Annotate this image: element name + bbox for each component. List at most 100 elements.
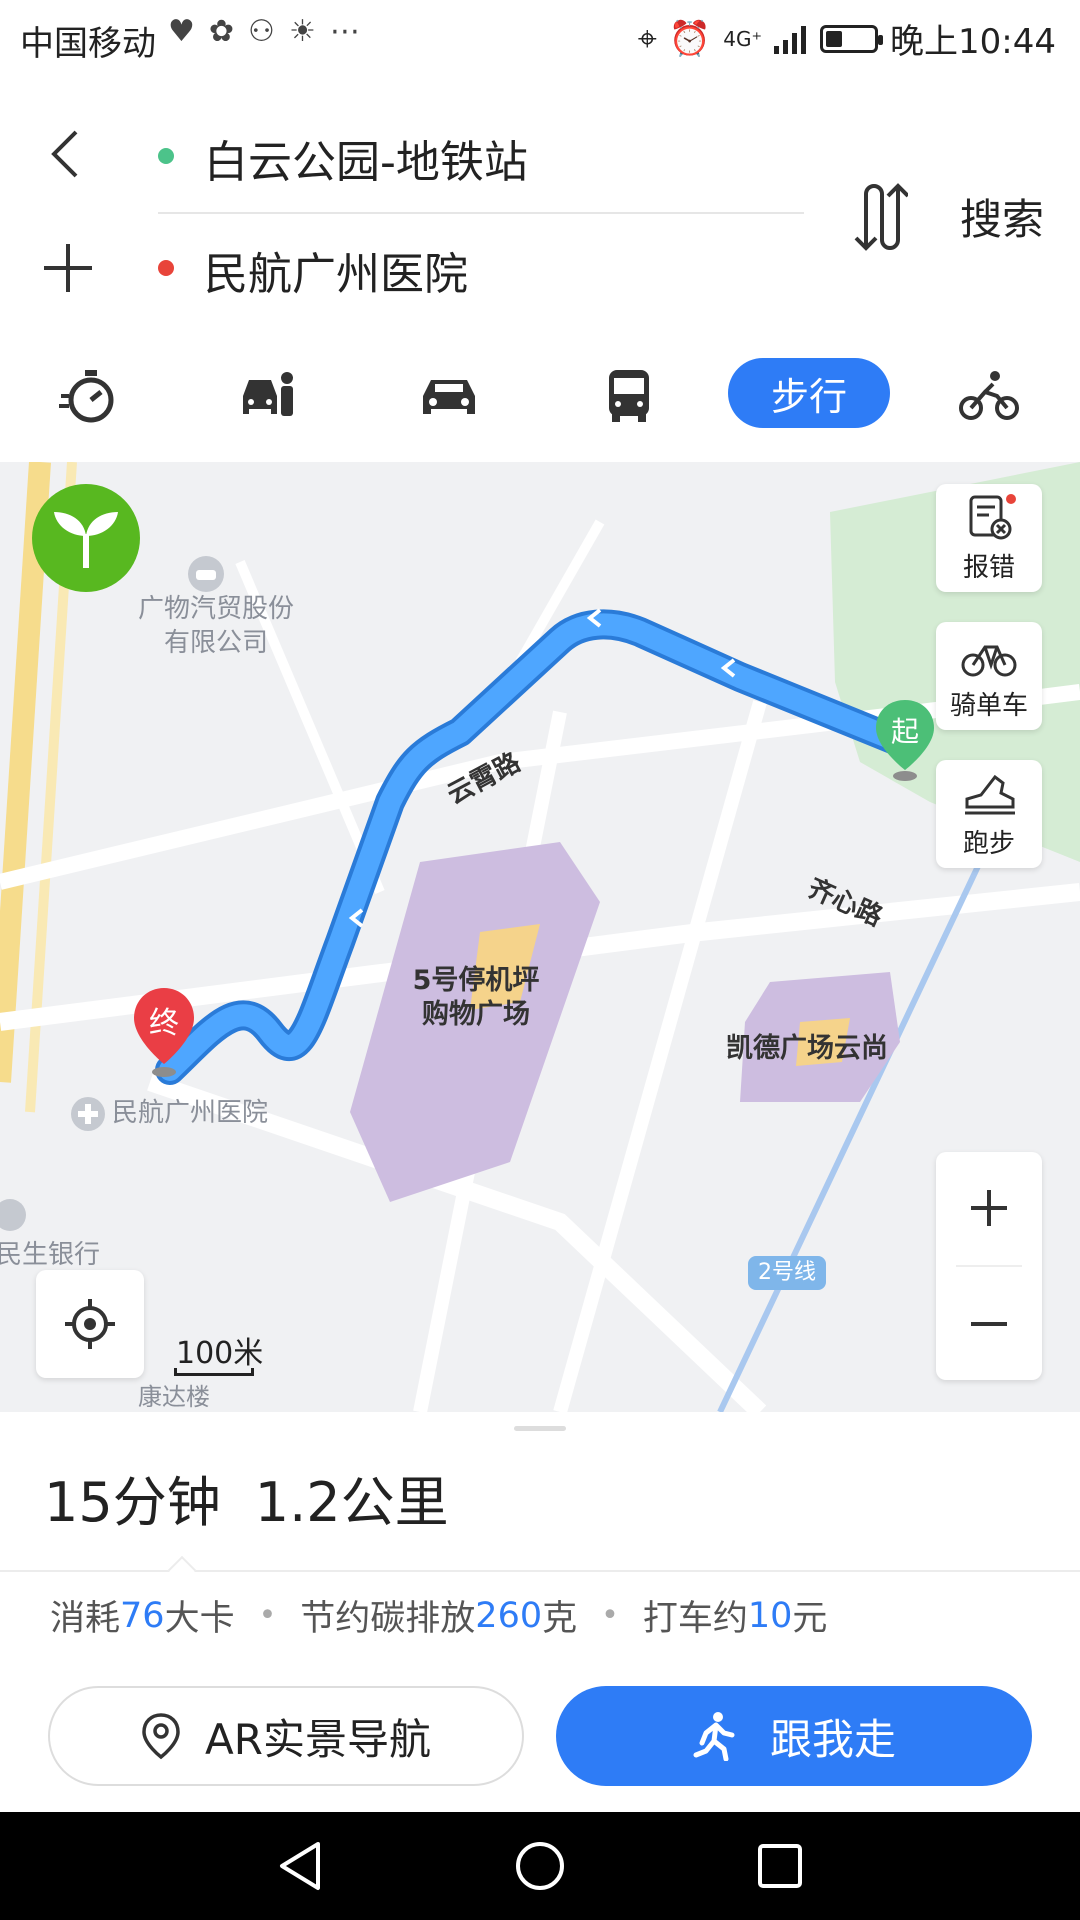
ride-bike-button[interactable]: 骑单车 [936,622,1042,730]
stats-separator: • [601,1598,619,1633]
carrier-name: 中国移动 [20,24,156,64]
zoom-in-icon[interactable] [969,1188,1009,1228]
stopwatch-icon [59,370,114,423]
app-icon: ✿ [208,14,235,49]
ar-navigation-button[interactable]: AR实景导航 [48,1686,524,1786]
carbon-value: 260 [475,1595,543,1636]
poi-company-line2: 有限公司 [163,628,268,658]
nav-recents-icon[interactable] [752,1838,808,1894]
nav-home-icon[interactable] [512,1838,568,1894]
heart-icon: ♥ [168,14,195,49]
bicycle-icon [961,645,1017,676]
more-icon: ⋯ [329,14,360,49]
taxi-value: 10 [747,1595,793,1636]
stats-separator: • [258,1598,277,1633]
running-button[interactable]: 跑步 [936,760,1042,868]
report-error-button[interactable]: 报错 [936,484,1042,592]
car-icon [423,380,475,414]
locate-me-button[interactable] [36,1270,144,1378]
bank-icon [0,1199,26,1231]
location-icon: ⌖ [637,18,657,59]
running-label: 跑步 [962,828,1015,859]
report-icon [969,493,1016,539]
carpool-icon [243,372,293,416]
mode-drive[interactable] [404,358,494,434]
ride-bike-label: 骑单车 [949,690,1028,721]
panel-drag-handle[interactable] [514,1426,566,1431]
destination-input[interactable]: 民航广州医院 [204,238,468,302]
divider [158,212,804,214]
origin-input[interactable]: 白云公园-地铁站 [204,126,528,190]
network-type: 4G⁺ [723,26,763,51]
swap-icon[interactable] [852,182,908,252]
taxi-unit: 元 [792,1599,828,1639]
bus-icon [609,370,649,422]
nav-back-icon[interactable] [272,1838,328,1894]
calories-unit: 大卡 [164,1599,235,1639]
running-shoe-icon [965,774,1015,814]
poi-kaide[interactable]: 凯德广场云尚 [726,1032,888,1066]
carbon-prefix: 节约碳排放 [300,1599,476,1639]
poi-parking-line2: 购物广场 [422,999,530,1030]
taxi-prefix: 打车约 [642,1599,748,1639]
panel-divider [0,1570,1080,1572]
hospital-icon [71,1097,105,1131]
mode-recommended[interactable] [44,358,134,434]
route-duration: 15分钟 [44,1471,221,1534]
origin-dot [158,148,174,164]
person-icon: ⚇ [248,14,275,49]
poi-hospital[interactable]: 民航广州医院 [112,1096,268,1130]
follow-me-button[interactable]: 跟我走 [556,1686,1032,1786]
locate-icon [65,1299,115,1349]
end-marker-label: 终 [149,1006,179,1041]
mode-carpool[interactable] [224,358,314,434]
zoom-divider [956,1265,1022,1267]
mode-cycle[interactable] [944,358,1034,434]
route-summary-panel: 15分钟 1.2公里 消耗 76 大卡 • 节约碳排放 260 克 • 打车约 10 元 AR… [0,1412,1080,1812]
poi-bank[interactable]: 民生银行 [0,1238,100,1272]
carbon-unit: 克 [542,1599,578,1639]
metro-line-badge: 2号线 [748,1256,826,1290]
add-waypoint-icon[interactable] [40,240,96,296]
location-pin-icon [142,1713,180,1760]
zoom-controls [936,1152,1042,1380]
poi-parking-line1: 5号停机坪 [412,965,540,996]
panel-pointer [167,1555,197,1585]
zoom-out-icon[interactable] [969,1304,1009,1344]
walking-person-icon [693,1712,735,1761]
map-scale-label: 100米 [176,1336,264,1371]
destination-dot [158,260,174,276]
bicycle-icon [959,371,1019,420]
alarm-icon: ⏰ [668,18,712,59]
poi-company-line1: 广物汽贸股份 [137,594,294,624]
app-icon: ☀ [288,14,316,49]
mode-walk-tab[interactable]: 步行 [728,358,890,428]
route-stats: 消耗 76 大卡 • 节约碳排放 260 克 • 打车约 10 元 [50,1590,827,1641]
ar-navigation-label: AR实景导航 [205,1714,431,1764]
poi-parking[interactable]: 5号停机坪 购物广场 [396,964,556,1032]
poi-company[interactable]: 广物汽贸股份 有限公司 [116,592,316,660]
signal-icon [774,25,807,54]
car-poi-icon [188,556,224,592]
map-view[interactable]: 广物汽贸股份 有限公司 云霄路 齐心路 5号停机坪 购物广场 凯德广场云尚 民航… [0,462,1080,1412]
calories-value: 76 [120,1595,165,1636]
status-bar: 中国移动 ♥ ✿ ⚇ ☀ ⋯ ⌖ ⏰ 4G⁺ 晚上10:44 [0,0,1080,76]
calories-prefix: 消耗 [50,1599,121,1639]
back-icon[interactable] [40,128,92,180]
status-right: ⌖ ⏰ 4G⁺ 晚上10:44 [638,14,1056,63]
notification-icons: ♥ ✿ ⚇ ☀ ⋯ [168,14,360,49]
battery-icon [820,24,884,53]
poi-kangda[interactable]: 康达楼 [138,1380,210,1412]
search-button[interactable]: 搜索 [960,186,1044,247]
transport-mode-bar: 步行 [0,336,1080,460]
clock: 晚上10:44 [890,22,1056,62]
report-error-label: 报错 [962,552,1015,583]
follow-me-label: 跟我走 [769,1714,896,1764]
route-distance: 1.2公里 [254,1471,449,1534]
eco-leaf-icon[interactable] [30,482,142,594]
map-scale-bar [174,1368,254,1376]
mode-bus[interactable] [584,358,674,434]
start-marker-label: 起 [890,715,919,748]
route-summary: 15分钟 1.2公里 [44,1458,449,1537]
route-header: 白云公园-地铁站 民航广州医院 搜索 [0,76,1080,336]
